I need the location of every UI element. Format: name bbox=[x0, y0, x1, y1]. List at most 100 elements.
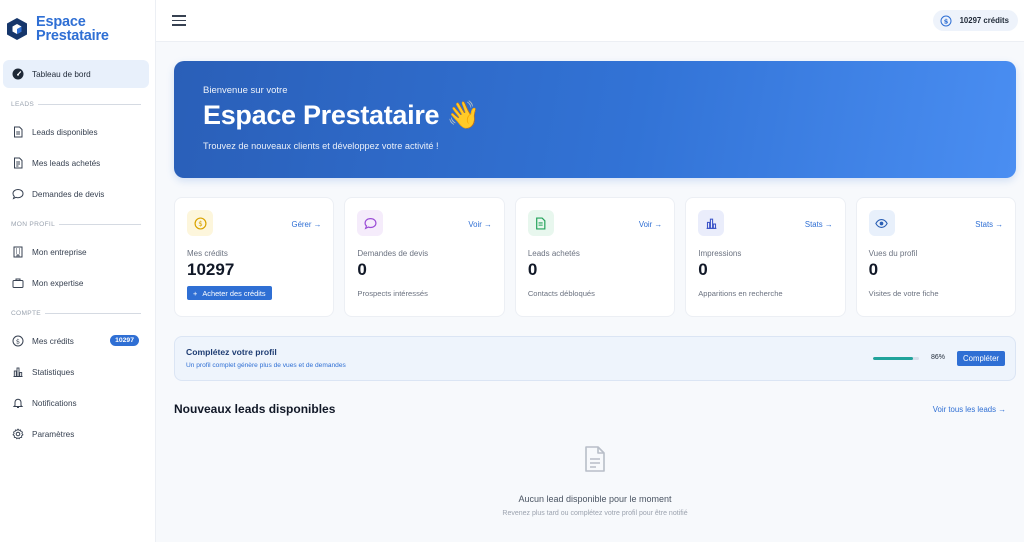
complete-profile-button[interactable]: Compléter bbox=[957, 351, 1005, 366]
welcome-hero: Bienvenue sur votre Espace Prestataire 👋… bbox=[174, 61, 1016, 178]
card-label: Leads achetés bbox=[527, 249, 580, 258]
card-value: 0 bbox=[698, 260, 708, 279]
card-action-link[interactable]: Stats → bbox=[805, 220, 833, 229]
topbar: $ 10297 crédits bbox=[156, 0, 1024, 42]
credits-badge: 10297 bbox=[110, 335, 139, 346]
card-action-link[interactable]: Voir → bbox=[639, 220, 662, 229]
gear-icon bbox=[12, 428, 24, 440]
card-action-link[interactable]: Voir → bbox=[468, 220, 491, 229]
bell-icon bbox=[12, 397, 24, 409]
svg-text:$: $ bbox=[198, 218, 202, 227]
arrow-right-icon: → bbox=[313, 220, 322, 229]
brand-name: Espace Prestataire bbox=[36, 14, 109, 44]
card-subtext: Prospects intéressés bbox=[357, 289, 428, 298]
leads-section-header: Nouveaux leads disponibles Voir tous les… bbox=[174, 402, 1016, 418]
sidebar-item-expertise[interactable]: Mon expertise bbox=[3, 269, 149, 297]
svg-text:$: $ bbox=[16, 337, 20, 345]
card-action-link[interactable]: Gérer → bbox=[292, 220, 322, 229]
card-subtext: Apparitions en recherche bbox=[698, 289, 783, 298]
section-label: MON PROFIL bbox=[11, 220, 56, 228]
briefcase-icon bbox=[12, 277, 24, 289]
chat-bubble-icon bbox=[364, 217, 377, 230]
building-icon bbox=[12, 246, 24, 258]
credits-pill-label: 10297 crédits bbox=[959, 16, 1009, 25]
profile-progress-fill bbox=[873, 357, 913, 360]
file-icon bbox=[12, 126, 24, 138]
brand-line1: Espace bbox=[36, 14, 86, 30]
menu-hamburger-icon[interactable] bbox=[172, 15, 186, 26]
dollar-coin-icon: $ bbox=[940, 15, 952, 26]
bar-chart-icon bbox=[12, 366, 24, 378]
chat-bubble-icon bbox=[12, 188, 24, 200]
view-all-leads-link[interactable]: Voir tous les leads → bbox=[933, 405, 1006, 414]
profile-progress-bar bbox=[873, 357, 919, 360]
dollar-coin-icon: $ bbox=[12, 335, 24, 347]
card-subtext: Visites de votre fiche bbox=[868, 289, 939, 298]
sidebar-item-company[interactable]: Mon entreprise bbox=[3, 238, 149, 266]
card-action-label: Stats bbox=[975, 220, 994, 229]
sidebar-item-notifications[interactable]: Notifications bbox=[3, 389, 149, 417]
card-icon-wrap bbox=[698, 210, 725, 236]
card-action-label: Voir bbox=[468, 220, 482, 229]
sidebar-item-settings[interactable]: Paramètres bbox=[3, 420, 149, 448]
card-profile-views: Stats → Vues du profil 0 Visites de votr… bbox=[855, 197, 1017, 317]
card-label: Impressions bbox=[698, 249, 742, 258]
gauge-icon bbox=[12, 68, 24, 80]
card-action-label: Gérer bbox=[291, 220, 312, 229]
plus-icon: + bbox=[193, 288, 198, 298]
section-leads: LEADS bbox=[0, 96, 155, 112]
arrow-right-icon: → bbox=[484, 220, 492, 229]
sidebar-item-dashboard[interactable]: Tableau de bord bbox=[3, 60, 149, 88]
card-value: 0 bbox=[527, 260, 538, 279]
sidebar-item-statistics[interactable]: Statistiques bbox=[3, 358, 149, 386]
sidebar-item-credits[interactable]: $ Mes crédits 10297 bbox=[3, 327, 149, 355]
card-label: Vues du profil bbox=[868, 249, 918, 258]
section-label: LEADS bbox=[11, 100, 35, 108]
view-all-leads-label: Voir tous les leads bbox=[932, 405, 997, 414]
card-value: 10297 bbox=[187, 260, 235, 279]
sidebar-item-leads-available[interactable]: Leads disponibles bbox=[3, 118, 149, 146]
card-icon-wrap: $ bbox=[187, 210, 213, 236]
buy-credits-button[interactable]: + Acheter des crédits bbox=[187, 286, 272, 300]
hero-subtitle: Bienvenue sur votre bbox=[203, 85, 288, 96]
arrow-right-icon: → bbox=[824, 220, 833, 229]
empty-state-title: Aucun lead disponible pour le moment bbox=[518, 494, 672, 504]
card-quote-requests: Voir → Demandes de devis 0 Prospects int… bbox=[344, 197, 505, 317]
profile-completion-banner: Complétez votre profil Un profil complet… bbox=[174, 336, 1016, 381]
app-root: Espace Prestataire Tableau de bord LEADS… bbox=[0, 0, 1024, 542]
hero-title: Espace Prestataire 👋 bbox=[203, 100, 480, 130]
sidebar-item-label: Mon entreprise bbox=[32, 247, 87, 257]
sidebar-item-leads-bought[interactable]: Mes leads achetés bbox=[3, 149, 149, 177]
brand-line2: Prestataire bbox=[36, 28, 109, 44]
leads-section-title: Nouveaux leads disponibles bbox=[174, 402, 336, 416]
card-icon-wrap bbox=[527, 210, 554, 236]
sidebar-item-label: Notifications bbox=[32, 398, 77, 408]
credits-pill[interactable]: $ 10297 crédits bbox=[932, 10, 1018, 31]
buy-credits-label: Acheter des crédits bbox=[202, 288, 266, 298]
card-credits: $ Gérer → Mes crédits 10297 + Acheter des… bbox=[174, 197, 335, 317]
cube-logo-icon bbox=[7, 18, 27, 40]
card-icon-wrap bbox=[357, 210, 384, 236]
card-label: Demandes de devis bbox=[357, 249, 429, 258]
sidebar-item-label: Statistiques bbox=[32, 367, 75, 377]
arrow-right-icon: → bbox=[995, 220, 1004, 229]
file-lines-icon bbox=[536, 216, 546, 230]
card-value: 0 bbox=[868, 260, 879, 279]
sidebar-item-label: Mes crédits bbox=[32, 336, 74, 346]
profile-completion-title: Complétez votre profil bbox=[186, 347, 277, 357]
file-lines-icon bbox=[12, 157, 24, 169]
sidebar-item-quote-requests[interactable]: Demandes de devis bbox=[3, 180, 149, 208]
card-icon-wrap bbox=[868, 210, 895, 236]
card-action-label: Voir bbox=[638, 220, 653, 229]
document-icon bbox=[585, 446, 605, 472]
arrow-right-icon: → bbox=[998, 405, 1006, 414]
hero-description: Trouvez de nouveaux clients et développe… bbox=[203, 141, 439, 151]
section-label: COMPTE bbox=[11, 309, 42, 317]
card-action-link[interactable]: Stats → bbox=[975, 220, 1003, 229]
brand-logo[interactable]: Espace Prestataire bbox=[0, 0, 155, 48]
card-action-label: Stats bbox=[804, 220, 823, 229]
stat-cards: $ Gérer → Mes crédits 10297 + Acheter des… bbox=[174, 197, 1017, 317]
section-account: COMPTE bbox=[0, 305, 155, 321]
sidebar-item-label: Mon expertise bbox=[32, 278, 84, 288]
sidebar-item-label: Demandes de devis bbox=[32, 189, 105, 199]
